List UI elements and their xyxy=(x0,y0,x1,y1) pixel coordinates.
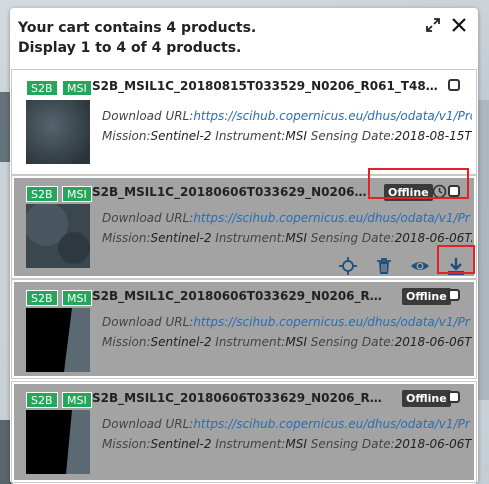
product-info: Download URL:https://scihub.copernicus.e… xyxy=(102,312,472,352)
download-url-link[interactable]: https://scihub.copernicus.eu/dhus/odata/… xyxy=(193,315,469,329)
instrument-tag: MSI xyxy=(62,186,92,202)
instrument-value: MSI xyxy=(285,129,307,143)
cart-panel: Your cart contains 4 products. Display 1… xyxy=(10,8,478,484)
product-info: Download URL:https://scihub.copernicus.e… xyxy=(102,106,472,146)
instrument-tag: MSI xyxy=(62,392,92,408)
offline-badge: Offline xyxy=(402,288,451,305)
sensing-date-value: 2018-06-06T0 xyxy=(394,335,472,349)
download-url-label: Download URL: xyxy=(102,417,194,431)
highlight-status-box xyxy=(368,168,469,199)
mission-value: Sentinel-2 xyxy=(150,129,212,143)
product-title[interactable]: S2B_MSIL1C_20180815T033529_N0206_R061_T4… xyxy=(92,79,444,93)
select-checkbox[interactable] xyxy=(448,79,460,91)
cart-item[interactable]: S2B MSI S2B_MSIL1C_20180606T033629_N0206… xyxy=(11,381,477,483)
instrument-value: MSI xyxy=(285,335,307,349)
mission-label: Mission: xyxy=(102,335,151,349)
cart-summary: Your cart contains 4 products. xyxy=(18,20,257,36)
offline-badge: Offline xyxy=(402,390,451,407)
cart-item[interactable]: S2B MSI S2B_MSIL1C_20180606T033629_N0206… xyxy=(11,279,477,379)
satellite-tag: S2B xyxy=(26,186,58,202)
download-url-link[interactable]: https://scihub.copernicus.eu/dhus/odata/… xyxy=(193,417,469,431)
cart-header: Your cart contains 4 products. Display 1… xyxy=(10,8,478,66)
download-url-label: Download URL: xyxy=(102,109,194,123)
product-thumbnail xyxy=(26,308,90,372)
expand-icon[interactable] xyxy=(424,16,442,34)
product-thumbnail xyxy=(26,100,90,164)
select-checkbox[interactable] xyxy=(448,391,460,403)
satellite-tag: S2B xyxy=(26,392,58,408)
highlight-download-box xyxy=(437,245,475,274)
close-icon[interactable] xyxy=(450,16,468,34)
download-url-link[interactable]: https://scihub.copernicus.eu/dhus/odata/… xyxy=(193,211,469,225)
sensing-date-value: 2018-06-06T0 xyxy=(394,437,472,451)
trash-icon[interactable] xyxy=(374,256,394,276)
instrument-label: Instrument: xyxy=(215,129,286,143)
product-info: Download URL:https://scihub.copernicus.e… xyxy=(102,414,472,454)
instrument-label: Instrument: xyxy=(215,335,286,349)
sensing-date-label: Sensing Date: xyxy=(310,335,395,349)
download-url-label: Download URL: xyxy=(102,211,194,225)
product-title[interactable]: S2B_MSIL1C_20180606T033629_N0206_R06... xyxy=(92,289,382,303)
instrument-tag: MSI xyxy=(62,290,92,306)
instrument-value: MSI xyxy=(285,437,307,451)
instrument-tag: MSI xyxy=(62,80,92,96)
sensing-date-label: Sensing Date: xyxy=(310,231,395,245)
sensing-date-value: 2018-08-15T0... xyxy=(394,129,472,143)
download-url-link[interactable]: https://scihub.copernicus.eu/dhus/odata/… xyxy=(193,109,472,123)
sensing-date-label: Sensing Date: xyxy=(310,437,395,451)
product-title[interactable]: S2B_MSIL1C_20180606T033629_N0206_R06... xyxy=(92,391,382,405)
satellite-tag: S2B xyxy=(26,80,58,96)
satellite-tag: S2B xyxy=(26,290,58,306)
sensing-date-label: Sensing Date: xyxy=(310,129,395,143)
locate-icon[interactable] xyxy=(338,256,358,276)
mission-value: Sentinel-2 xyxy=(150,231,212,245)
sensing-date-value: 2018-06-06T... xyxy=(394,231,472,245)
mission-label: Mission: xyxy=(102,437,151,451)
product-title[interactable]: S2B_MSIL1C_20180606T033629_N0206_R... xyxy=(92,185,372,199)
product-info: Download URL:https://scihub.copernicus.e… xyxy=(102,208,472,248)
product-thumbnail xyxy=(26,204,90,268)
mission-value: Sentinel-2 xyxy=(150,335,212,349)
mission-label: Mission: xyxy=(102,129,151,143)
mission-value: Sentinel-2 xyxy=(150,437,212,451)
instrument-label: Instrument: xyxy=(215,437,286,451)
eye-icon[interactable] xyxy=(410,256,430,276)
cart-item[interactable]: S2B MSI S2B_MSIL1C_20180815T033529_N0206… xyxy=(11,69,477,175)
download-url-label: Download URL: xyxy=(102,315,194,329)
instrument-value: MSI xyxy=(285,231,307,245)
mission-label: Mission: xyxy=(102,231,151,245)
product-thumbnail xyxy=(26,410,90,474)
select-checkbox[interactable] xyxy=(448,289,460,301)
cart-display-range: Display 1 to 4 of 4 products. xyxy=(18,40,242,56)
instrument-label: Instrument: xyxy=(215,231,286,245)
